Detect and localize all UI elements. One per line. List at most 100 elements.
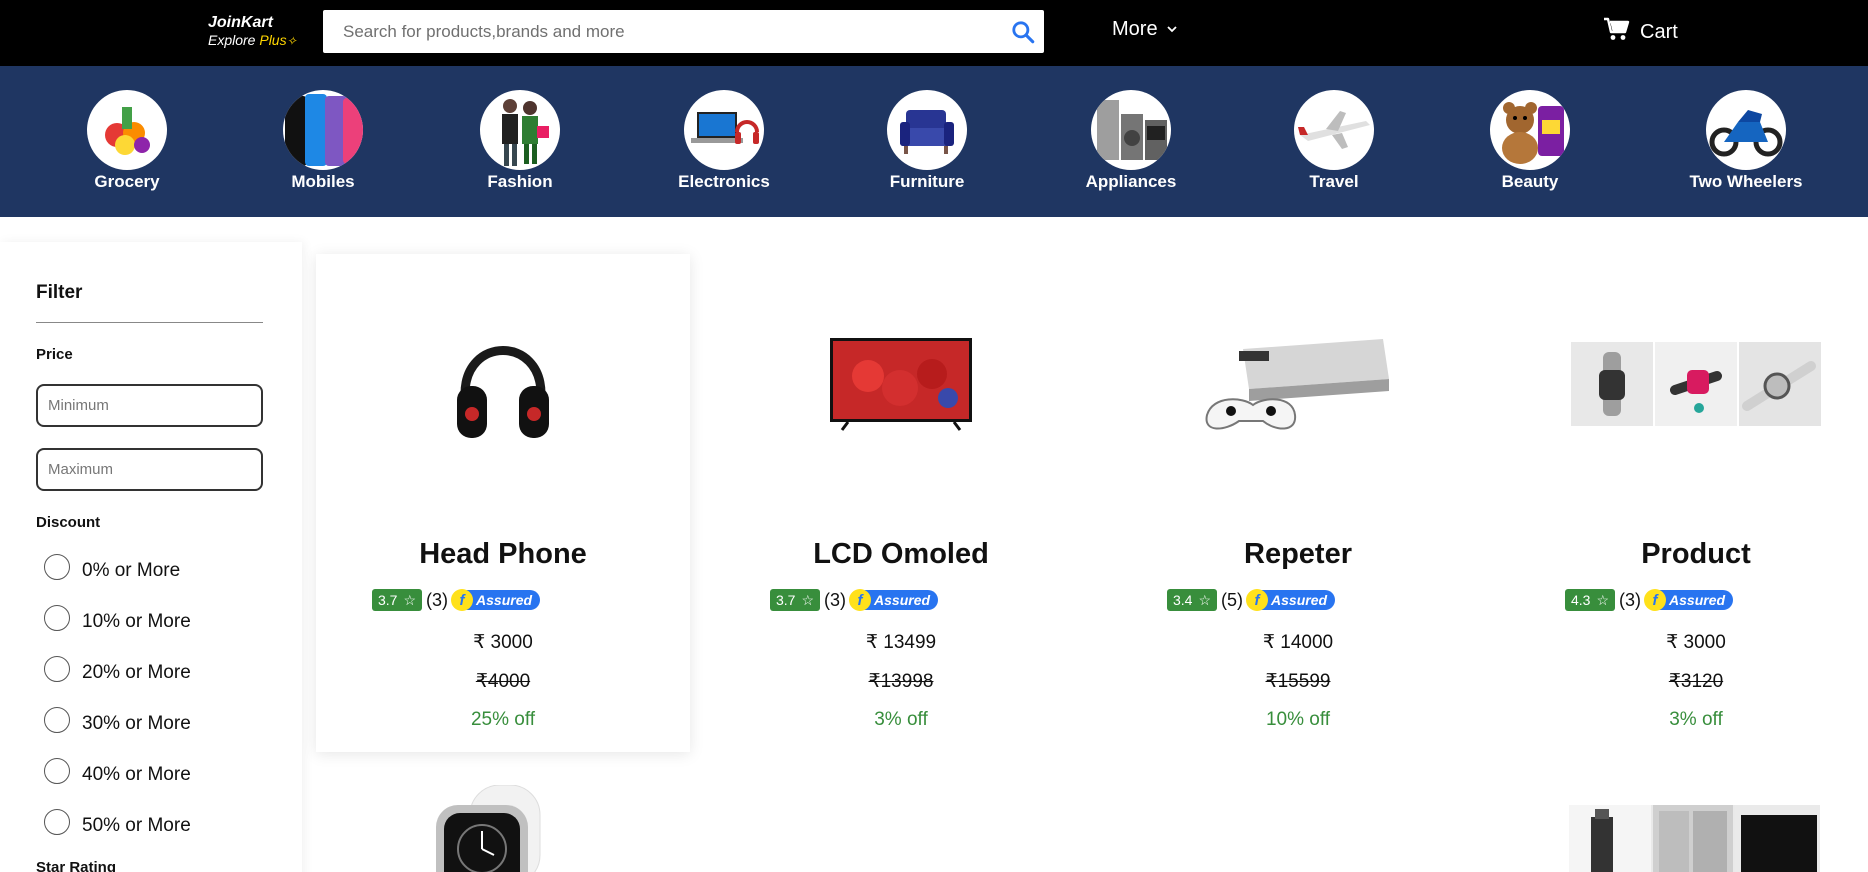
appliances-image (1091, 90, 1171, 170)
product-card[interactable]: LCD Omoled 3.7 ☆ (3) f Assured ₹ 13499 ₹13… (714, 254, 1088, 752)
category-grocery[interactable]: Grocery (57, 90, 197, 192)
rating-value: 3.7 (776, 592, 796, 608)
assured-badge: f Assured (1644, 589, 1734, 611)
radio-button[interactable] (44, 605, 70, 631)
discount-option-label: 30% or More (82, 713, 191, 734)
filter-title: Filter (36, 282, 83, 303)
rating-count: (5) (1221, 589, 1244, 610)
star-icon: ☆ (403, 591, 417, 608)
two-wheelers-image (1706, 90, 1786, 170)
discount-option[interactable]: 40% or More (44, 756, 191, 786)
assured-f-icon: f (451, 589, 474, 611)
cart-button[interactable]: Cart (1602, 16, 1678, 48)
category-beauty[interactable]: Beauty (1460, 90, 1600, 192)
product-card[interactable]: Head Phone 3.7 ☆ (3) f Assured ₹ 3000 ₹400… (316, 254, 690, 752)
search-input[interactable] (323, 10, 993, 53)
discount-option[interactable]: 20% or More (44, 654, 191, 684)
product-discount: 3% off (874, 709, 928, 730)
category-furniture[interactable]: Furniture (857, 90, 997, 192)
product-image-repeter (1111, 314, 1485, 454)
radio-button[interactable] (44, 809, 70, 835)
category-label: Two Wheelers (1689, 172, 1803, 191)
discount-option-label: 40% or More (82, 764, 191, 785)
rating-value: 4.3 (1571, 592, 1591, 608)
assured-badge: f Assured (451, 589, 541, 611)
category-label: Appliances (1085, 172, 1177, 191)
product-discount: 25% off (470, 709, 536, 730)
category-two-wheelers[interactable]: Two Wheelers (1676, 90, 1816, 192)
discount-option-label: 0% or More (82, 560, 181, 581)
max-price-input[interactable] (36, 448, 263, 491)
tagline-plus: Plus (259, 32, 287, 48)
product-card[interactable]: Product 4.3 ☆ (3) f Assured ₹ 3000 ₹3120 3… (1509, 254, 1868, 752)
discount-option[interactable]: 50% or More (44, 807, 191, 837)
discount-option-label: 10% or More (82, 611, 191, 632)
radio-button[interactable] (44, 554, 70, 580)
product-price: ₹ 13499 (865, 632, 937, 653)
product-mrp: ₹13998 (868, 671, 934, 692)
product-card[interactable]: Repeter 3.4 ☆ (5) f Assured ₹ 14000 ₹15599… (1111, 254, 1485, 752)
rating-count: (3) (1619, 589, 1642, 610)
radio-button[interactable] (44, 707, 70, 733)
assured-label: Assured (476, 592, 533, 608)
more-menu[interactable]: More (1112, 18, 1178, 41)
discount-option[interactable]: 10% or More (44, 603, 191, 633)
star-icon: ☆ (1198, 591, 1212, 608)
rating-value: 3.7 (378, 592, 398, 608)
assured-f-icon: f (849, 589, 872, 611)
cart-icon (1602, 16, 1630, 48)
product-title: Repeter (1244, 538, 1352, 570)
product-image-headphone (316, 314, 690, 454)
chevron-down-icon (1166, 18, 1178, 41)
category-fashion[interactable]: Fashion (450, 90, 590, 192)
product-price: ₹ 3000 (1666, 632, 1726, 653)
tagline-prefix: Explore (208, 32, 260, 48)
product-image-watches (1509, 314, 1868, 454)
rating-badge: 3.7 ☆ (372, 589, 423, 611)
more-label: More (1112, 18, 1158, 40)
category-electronics[interactable]: Electronics (654, 90, 794, 192)
radio-button[interactable] (44, 656, 70, 682)
star-icon: ☆ (1596, 591, 1610, 608)
discount-option-label: 20% or More (82, 662, 191, 683)
search-icon[interactable] (1010, 19, 1036, 45)
product-mrp: ₹15599 (1265, 671, 1331, 692)
category-travel[interactable]: Travel (1264, 90, 1404, 192)
plus-star-icon: ✧ (286, 34, 297, 48)
brand-logo[interactable]: JoinKart Explore Plus✧ (208, 14, 297, 49)
category-appliances[interactable]: Appliances (1061, 90, 1201, 192)
assured-badge: f Assured (1246, 589, 1336, 611)
grocery-image (87, 90, 167, 170)
discount-option-label: 50% or More (82, 815, 191, 836)
min-price-input[interactable] (36, 384, 263, 427)
product-title: Product (1641, 538, 1751, 570)
category-mobiles[interactable]: Mobiles (253, 90, 393, 192)
rating-row: 3.4 ☆ (5) f Assured (1167, 589, 1336, 611)
assured-f-icon: f (1644, 589, 1667, 611)
category-label: Mobiles (291, 172, 355, 191)
star-rating-label: Star Rating (36, 859, 117, 872)
cart-label: Cart (1640, 20, 1678, 43)
product-image-appliances[interactable] (1569, 805, 1820, 872)
discount-option[interactable]: 30% or More (44, 705, 191, 735)
product-discount: 3% off (1669, 709, 1723, 730)
radio-button[interactable] (44, 758, 70, 784)
filter-sidebar: Filter Price Discount 0% or More 10% or … (0, 242, 302, 872)
assured-label: Assured (1271, 592, 1328, 608)
divider (36, 322, 263, 323)
category-label: Travel (1309, 172, 1359, 191)
product-price: ₹ 14000 (1262, 632, 1334, 653)
rating-row: 3.7 ☆ (3) f Assured (372, 589, 541, 611)
discount-option[interactable]: 0% or More (44, 552, 180, 582)
product-image-smartwatch[interactable] (430, 785, 575, 872)
category-label: Grocery (94, 172, 160, 191)
top-header: JoinKart Explore Plus✧ More Cart (0, 0, 1868, 66)
product-price: ₹ 3000 (473, 632, 533, 653)
product-title: Head Phone (419, 538, 587, 570)
product-discount: 10% off (1265, 709, 1331, 730)
product-title: LCD Omoled (813, 538, 989, 570)
assured-f-icon: f (1246, 589, 1269, 611)
rating-row: 3.7 ☆ (3) f Assured (770, 589, 939, 611)
category-label: Fashion (487, 172, 553, 191)
travel-image (1294, 90, 1374, 170)
